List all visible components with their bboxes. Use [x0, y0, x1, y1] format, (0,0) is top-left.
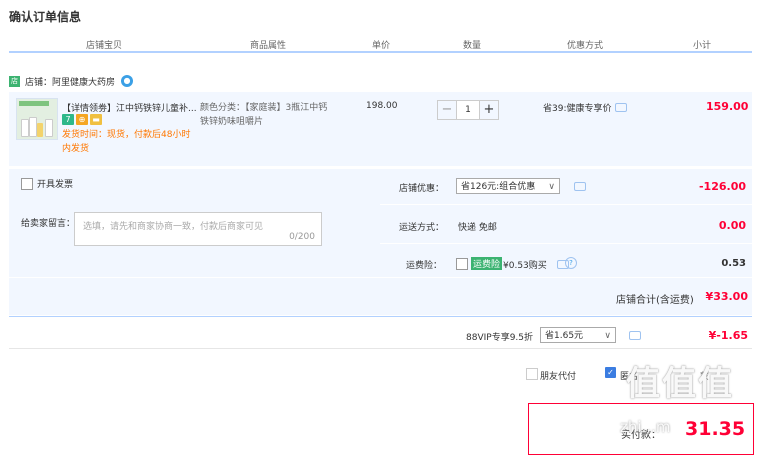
invoice-label: 开具发票	[37, 180, 74, 190]
store-row: 店 店铺：阿里健康大药房 ●	[9, 74, 134, 88]
comment-icon[interactable]	[629, 331, 641, 340]
store-total-label: 店铺合计(含运费)	[616, 295, 694, 306]
col-unit-price: 单价	[372, 41, 391, 51]
item-promo: 省39:健康专享价	[543, 101, 627, 114]
store-tag-icon: 店	[9, 75, 20, 87]
product-attributes: 颜色分类：【家庭装】3瓶江中钙 铁锌奶味咀嚼片	[200, 103, 328, 127]
col-quantity: 数量	[463, 41, 482, 51]
divider	[9, 277, 752, 278]
store-discount-label: 店铺优惠：	[399, 184, 445, 194]
comment-icon[interactable]	[574, 182, 586, 191]
divider	[9, 316, 752, 317]
col-attributes: 商品属性	[250, 41, 287, 51]
store-discount-amount: -126.00	[698, 180, 746, 193]
anonymous-checkbox[interactable]: ✓	[605, 367, 616, 378]
increase-button[interactable]: +	[479, 100, 499, 120]
divider	[380, 243, 752, 244]
message-counter: 0/200	[289, 232, 315, 242]
watermark-site: zhi...m	[620, 418, 671, 436]
delivery-method: 快递 免邮	[458, 223, 497, 233]
col-store-item: 店铺宝贝	[86, 41, 123, 51]
vip-label: 88VIP专享9.5折	[466, 333, 534, 343]
seven-day-return-icon: 7	[62, 114, 74, 125]
quantity-input[interactable]: 1	[457, 100, 479, 120]
comment-icon[interactable]	[614, 103, 627, 112]
insurance-badge: 运费险	[471, 257, 503, 270]
store-discount-value: 省126元:组合优惠	[461, 182, 536, 192]
invoice-checkbox[interactable]	[21, 177, 33, 190]
watermark-logo: 值值值	[626, 364, 734, 404]
shipping-time: 发货时间：现货，付款后48小时 内发货	[62, 130, 191, 154]
store-total-amount: ¥33.00	[705, 290, 748, 303]
insurance-text: ¥0.53购买	[503, 261, 547, 271]
invoice-option[interactable]: 开具发票	[21, 177, 73, 190]
wangwang-chat-icon[interactable]: ●	[121, 75, 134, 87]
chevron-down-icon: ∨	[604, 331, 611, 341]
order-table-header: 店铺宝贝 商品属性 单价 数量 优惠方式 小计	[9, 35, 752, 53]
vip-discount-select[interactable]: 省1.65元 ∨	[540, 327, 616, 343]
promo-text: 省39:健康专享价	[543, 104, 612, 114]
delivery-amount: 0.00	[718, 219, 746, 232]
quantity-stepper: − 1 +	[437, 100, 507, 120]
vip-discount-value: 省1.65元	[545, 331, 584, 341]
insurance-label: 运费险：	[406, 261, 443, 271]
page-title: 确认订单信息	[9, 10, 82, 24]
message-label: 给卖家留言：	[21, 219, 76, 229]
vip-discount-amount: ¥-1.65	[708, 329, 748, 342]
divider	[9, 348, 752, 349]
delivery-label: 运送方式：	[399, 223, 445, 233]
card-icon: ▬	[90, 114, 102, 125]
service-badges: 7 ⊕ ▬	[62, 114, 102, 125]
product-thumbnail[interactable]	[16, 98, 58, 140]
seller-message-input[interactable]: 选填，请先和商家协商一致，付款后商家可见 0/200	[74, 212, 322, 246]
insurance-checkbox[interactable]	[456, 258, 468, 270]
item-subtotal: 159.00	[706, 100, 749, 113]
chevron-down-icon: ∨	[548, 182, 555, 192]
divider	[380, 204, 752, 205]
insurance-amount: 0.53	[721, 258, 746, 269]
friend-pay-checkbox[interactable]	[526, 368, 538, 380]
col-discount: 优惠方式	[567, 41, 604, 51]
product-name-link[interactable]: 【详情领劵】江中钙铁锌儿童补...	[62, 101, 198, 114]
store-discount-select[interactable]: 省126元:组合优惠 ∨	[456, 178, 560, 194]
decrease-button[interactable]: −	[437, 100, 457, 120]
col-subtotal: 小计	[693, 41, 712, 51]
message-placeholder: 选填，请先和商家协商一致，付款后商家可见	[83, 222, 264, 232]
guarantee-icon: ⊕	[76, 114, 88, 125]
payment-amount: 31.35	[685, 418, 746, 440]
store-name[interactable]: 店铺：阿里健康大药房	[25, 75, 115, 88]
unit-price: 198.00	[366, 101, 398, 111]
friend-pay-label: 朋友代付	[540, 372, 577, 382]
help-icon[interactable]: ?	[565, 257, 577, 269]
